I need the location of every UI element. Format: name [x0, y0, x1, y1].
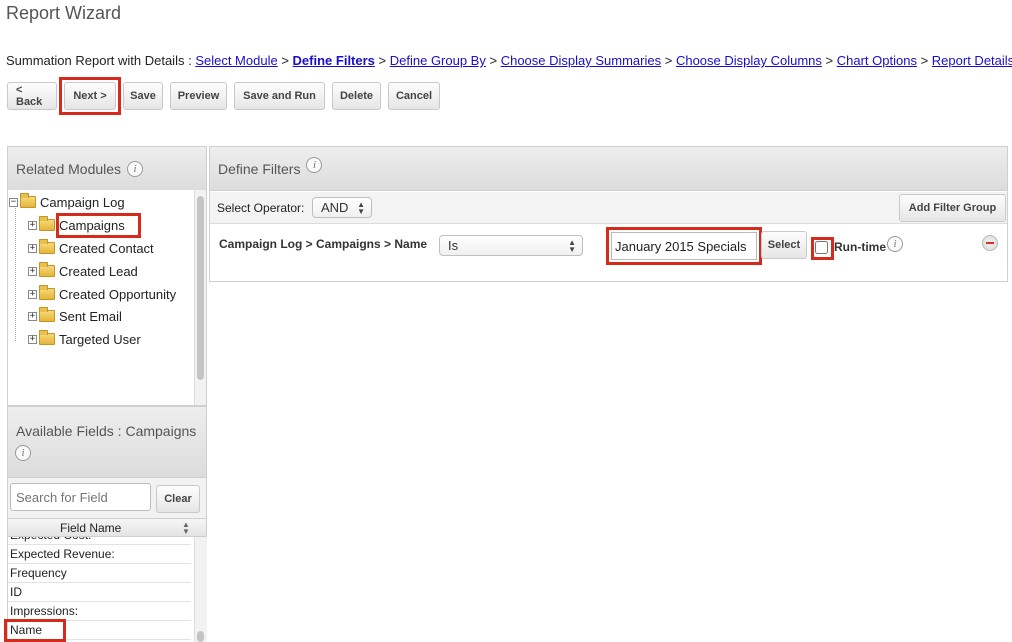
field-item-partial[interactable]: Expected Cost: — [8, 537, 191, 545]
tree-node-created-lead[interactable]: + Created Lead — [28, 261, 138, 281]
minus-box-icon[interactable]: − — [9, 197, 18, 207]
cancel-button[interactable]: Cancel — [388, 82, 440, 110]
field-search-input[interactable] — [10, 483, 151, 511]
info-icon[interactable]: i — [887, 236, 903, 252]
breadcrumb-separator: > — [664, 53, 673, 68]
tree-scrollbar-thumb[interactable] — [197, 196, 204, 380]
related-modules-header: Related Modules i — [7, 146, 207, 191]
available-fields-title: Available Fields : Campaigns — [16, 423, 197, 439]
related-modules-tree: − Campaign Log + Campaigns + Created Con… — [7, 190, 207, 406]
tree-node-created-contact[interactable]: + Created Contact — [28, 238, 154, 258]
field-name-column-header[interactable]: Field Name ▲ ▼ — [7, 518, 207, 537]
runtime-label: Run-time — [834, 240, 886, 254]
breadcrumb-prefix: Summation Report with Details : — [6, 53, 192, 68]
tree-node-label: Campaigns — [59, 217, 125, 233]
folder-icon — [39, 262, 55, 277]
related-modules-title: Related Modules — [16, 160, 122, 177]
folder-icon — [39, 216, 55, 231]
add-filter-group-button[interactable]: Add Filter Group — [899, 194, 1006, 222]
step-select-module[interactable]: Select Module — [195, 53, 277, 68]
tree-node-root[interactable]: − Campaign Log — [9, 192, 125, 212]
folder-icon — [39, 239, 55, 254]
folder-icon — [39, 330, 55, 345]
select-arrows-icon: ▲ ▼ — [357, 199, 365, 216]
filter-value-input[interactable] — [611, 232, 757, 260]
tree-node-label: Targeted User — [59, 331, 141, 347]
step-choose-display-summaries[interactable]: Choose Display Summaries — [501, 53, 661, 68]
column-header-label: Field Name — [60, 521, 122, 535]
tree-node-sent-email[interactable]: + Sent Email — [28, 306, 122, 326]
next-button[interactable]: Next > — [64, 82, 116, 110]
operator-value: AND — [321, 200, 349, 215]
filter-operator-value: Is — [448, 238, 459, 253]
breadcrumb-separator: > — [378, 53, 387, 68]
tree-node-label: Created Contact — [59, 240, 154, 256]
field-item[interactable]: Expected Revenue: — [8, 545, 191, 564]
tree-connector-line — [15, 208, 16, 341]
select-arrows-icon: ▲ ▼ — [568, 237, 576, 254]
tree-node-label: Created Opportunity — [59, 286, 177, 302]
info-icon[interactable]: i — [15, 445, 31, 461]
breadcrumb-separator: > — [825, 53, 834, 68]
plus-box-icon[interactable]: + — [28, 220, 37, 230]
tree-node-label: Sent Email — [59, 308, 122, 324]
plus-box-icon[interactable]: + — [28, 311, 37, 321]
filter-field-path: Campaign Log > Campaigns > Name — [219, 237, 428, 251]
available-fields-header: Available Fields : Campaigns i — [7, 406, 207, 478]
tree-node-campaigns[interactable]: + Campaigns — [28, 215, 125, 235]
fields-scrollbar-thumb[interactable] — [197, 631, 204, 642]
breadcrumb-separator: > — [920, 53, 929, 68]
info-icon[interactable]: i — [127, 160, 144, 177]
tree-node-created-opportunity[interactable]: + Created Opportunity — [28, 284, 176, 304]
operator-label: Select Operator: — [217, 201, 305, 215]
step-choose-display-columns[interactable]: Choose Display Columns — [676, 53, 822, 68]
step-chart-options[interactable]: Chart Options — [837, 53, 917, 68]
field-item[interactable]: Frequency — [8, 564, 191, 583]
page-title: Report Wizard — [6, 3, 122, 23]
operator-select[interactable]: AND ▲ ▼ — [312, 197, 372, 218]
wizard-breadcrumb: Summation Report with Details : Select M… — [6, 53, 1012, 68]
available-fields-list: Expected Cost: Expected Revenue: Frequen… — [7, 537, 207, 642]
preview-button[interactable]: Preview — [170, 82, 227, 110]
tree-node-targeted-user[interactable]: + Targeted User — [28, 329, 141, 349]
define-filters-header: Define Filters i — [209, 146, 1008, 191]
step-report-details[interactable]: Report Details — [932, 53, 1012, 68]
select-value-button[interactable]: Select — [761, 231, 807, 259]
fields-scrollbar[interactable] — [194, 537, 207, 642]
filter-operator-select[interactable]: Is ▲ ▼ — [439, 235, 583, 256]
step-define-group-by[interactable]: Define Group By — [390, 53, 486, 68]
info-icon[interactable]: i — [306, 156, 323, 173]
field-item[interactable]: ID — [8, 583, 191, 602]
folder-icon — [39, 307, 55, 322]
plus-box-icon[interactable]: + — [28, 243, 37, 253]
folder-icon — [20, 193, 36, 208]
save-button[interactable]: Save — [123, 82, 163, 110]
breadcrumb-separator: > — [489, 53, 498, 68]
step-define-filters[interactable]: Define Filters — [293, 53, 375, 68]
delete-button[interactable]: Delete — [332, 82, 381, 110]
sort-icon[interactable]: ▲ ▼ — [182, 521, 190, 536]
back-button[interactable]: < Back — [7, 82, 57, 110]
tree-node-label: Campaign Log — [40, 194, 125, 210]
field-item[interactable]: Impressions: — [8, 602, 191, 621]
tree-node-label: Created Lead — [59, 263, 138, 279]
plus-box-icon[interactable]: + — [28, 266, 37, 276]
save-and-run-button[interactable]: Save and Run — [234, 82, 325, 110]
breadcrumb-separator: > — [281, 53, 289, 68]
plus-box-icon[interactable]: + — [28, 289, 37, 299]
clear-search-button[interactable]: Clear — [156, 485, 200, 513]
remove-filter-icon[interactable] — [982, 235, 998, 251]
field-item-name[interactable]: Name — [8, 621, 191, 640]
folder-icon — [39, 285, 55, 300]
minus-glyph — [986, 242, 994, 244]
runtime-checkbox[interactable] — [815, 241, 828, 254]
plus-box-icon[interactable]: + — [28, 334, 37, 344]
define-filters-title: Define Filters — [218, 160, 301, 177]
